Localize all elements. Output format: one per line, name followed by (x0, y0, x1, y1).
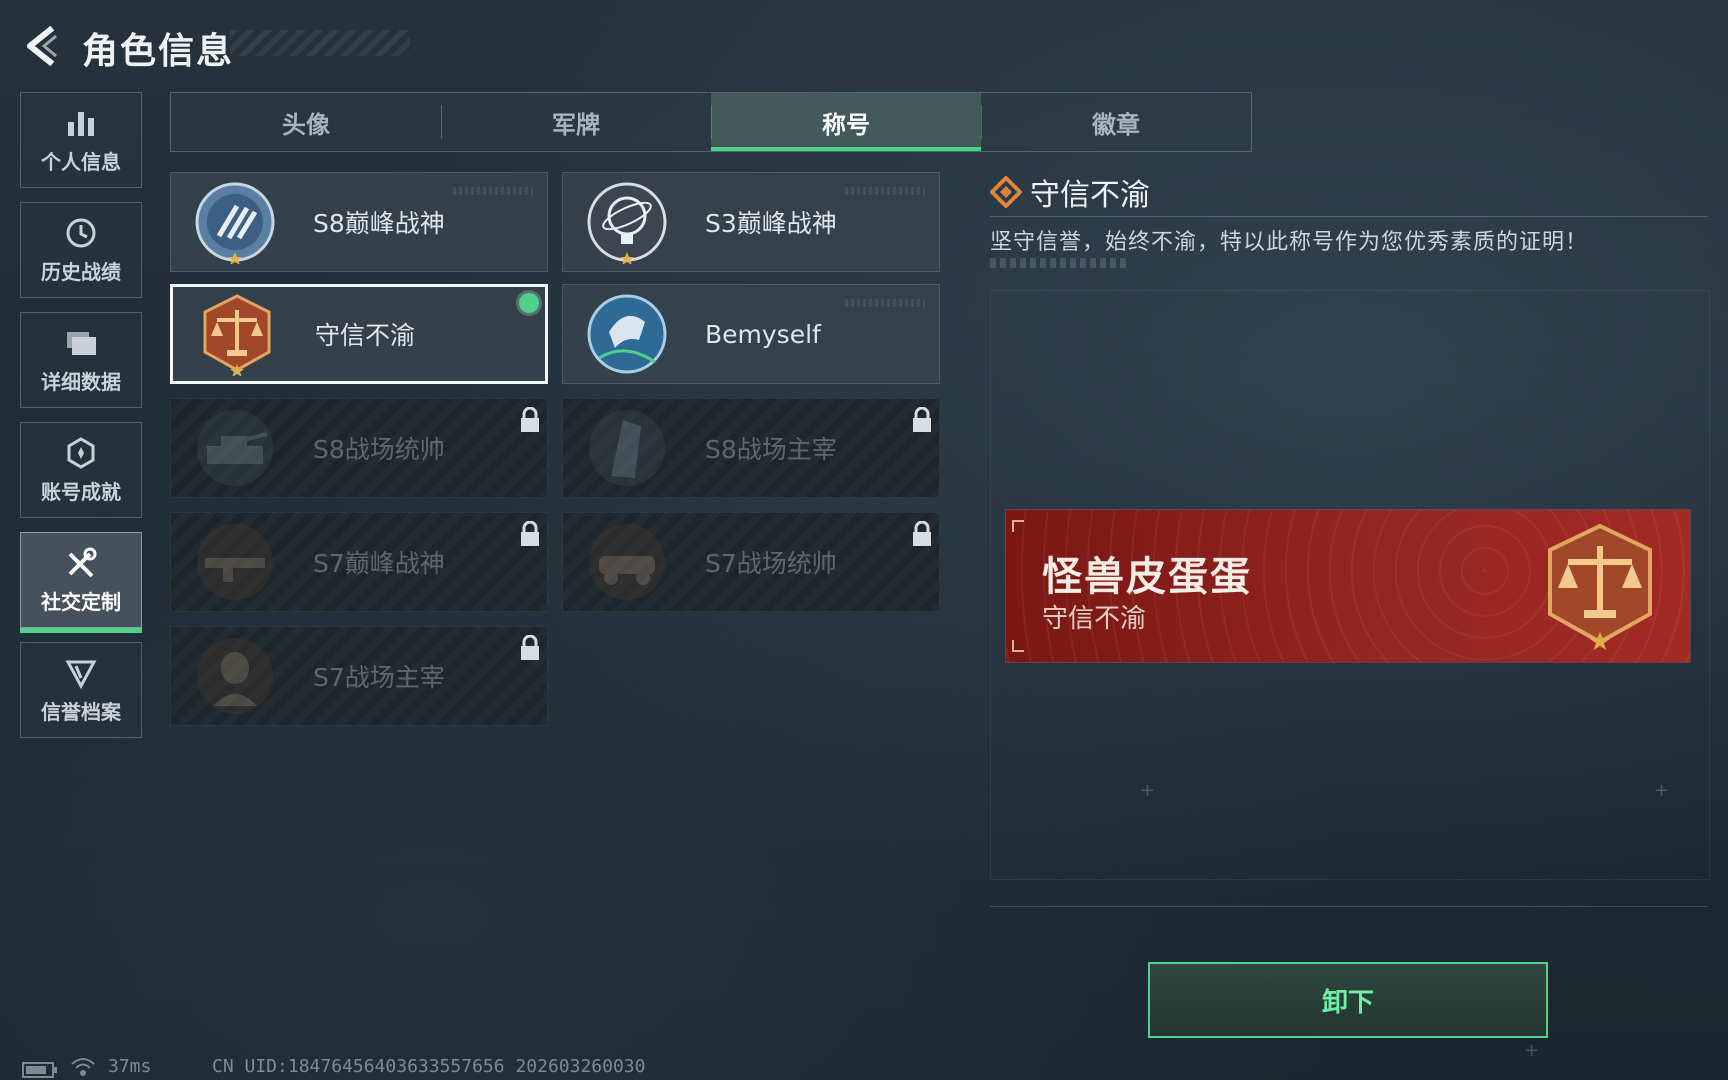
title-card-locked[interactable]: S7战场主宰 (170, 626, 548, 726)
banner-title: 守信不渝 (1042, 604, 1147, 634)
title-name: S8巅峰战神 (313, 209, 445, 238)
scales-emblem-icon (203, 294, 271, 376)
nav-item-label: 账号成就 (41, 479, 121, 504)
detail-title: 守信不渝 (1030, 178, 1150, 213)
wifi-icon (71, 1058, 95, 1076)
title-card-locked[interactable]: S8战场统帅 (170, 398, 548, 498)
title-name: S8战场主宰 (705, 435, 837, 464)
nav-item-achievements[interactable]: 账号成就 (20, 422, 142, 518)
title-preview-banner: 怪兽皮蛋蛋 守信不渝 (1006, 510, 1690, 662)
title-name: S7战场统帅 (705, 549, 837, 578)
title-name: S7巅峰战神 (313, 549, 445, 578)
tower-emblem-icon (589, 410, 665, 486)
title-name: S7战场主宰 (313, 663, 445, 692)
diamond-icon (990, 176, 1022, 208)
crosshair-decoration: + (1524, 1040, 1540, 1061)
card-decoration (845, 299, 925, 307)
unequip-button[interactable]: 卸下 (1148, 962, 1548, 1038)
detail-subtext-decoration (990, 258, 1126, 268)
lock-icon (913, 521, 931, 546)
tab-dogtag[interactable]: 军牌 (441, 93, 711, 151)
back-arrow-icon[interactable] (20, 26, 60, 66)
lock-icon (521, 521, 539, 546)
rifle-emblem-icon (197, 524, 273, 600)
lock-icon (521, 407, 539, 432)
title-card-locked[interactable]: S8战场主宰 (562, 398, 940, 498)
player-name: 怪兽皮蛋蛋 (1042, 554, 1252, 600)
title-card[interactable]: S8巅峰战神 (170, 172, 548, 272)
folder-icon (67, 331, 96, 355)
banner-corner (1012, 640, 1024, 652)
title-card[interactable]: S3巅峰战神 (562, 172, 940, 272)
title-card[interactable]: Bemyself (562, 284, 940, 384)
card-decoration (845, 187, 925, 195)
nav-item-social-custom[interactable]: 社交定制 (20, 532, 142, 633)
crosshair-decoration: + (1654, 780, 1670, 801)
category-tabs: 头像 军牌 称号 徽章 (170, 92, 1252, 152)
lock-icon (521, 635, 539, 660)
title-name: S8战场统帅 (313, 435, 445, 464)
vehicle-emblem-icon (589, 524, 665, 600)
crosshair-decoration: + (1140, 780, 1156, 801)
title-decoration (230, 30, 410, 56)
blue-stripes-emblem-icon (195, 182, 275, 264)
page-title: 角色信息 (82, 31, 235, 72)
title-card-locked[interactable]: S7战场统帅 (562, 512, 940, 612)
nav-item-personal-info[interactable]: 个人信息 (20, 92, 142, 188)
tab-title[interactable]: 称号 (711, 93, 981, 151)
divider (990, 216, 1708, 217)
nav-item-detailed-data[interactable]: 详细数据 (20, 312, 142, 408)
globe-emblem-icon (587, 182, 667, 264)
nav-item-label: 社交定制 (41, 589, 121, 614)
history-icon (66, 218, 96, 247)
equipped-indicator (519, 293, 539, 313)
nav-item-history[interactable]: 历史战绩 (20, 202, 142, 298)
title-card-locked[interactable]: S7巅峰战神 (170, 512, 548, 612)
tab-avatar[interactable]: 头像 (171, 93, 441, 151)
nav-item-label: 详细数据 (41, 369, 121, 394)
detail-description: 坚守信誉，始终不渝，特以此称号作为您优秀素质的证明！ (990, 230, 1589, 255)
nav-item-label: 历史战绩 (41, 259, 121, 284)
bemyself-emblem-icon (587, 294, 667, 374)
divider (990, 906, 1708, 907)
banner-corner (1012, 520, 1024, 532)
bar-chart-icon (68, 111, 94, 136)
scales-emblem-icon (1548, 523, 1652, 650)
card-decoration (453, 187, 533, 195)
title-name: 守信不渝 (315, 321, 416, 350)
tank-emblem-icon (197, 410, 273, 486)
credit-icon (65, 660, 97, 689)
lock-icon (913, 407, 931, 432)
tools-icon (68, 547, 97, 577)
title-name: S3巅峰战神 (705, 209, 837, 238)
uid-text: CN UID:18476456403633557656 202603260030 (212, 1056, 646, 1077)
nav-item-credit-record[interactable]: 信誉档案 (20, 642, 142, 738)
soldier-emblem-icon (197, 638, 273, 714)
active-indicator (20, 628, 142, 633)
achievement-icon (67, 436, 95, 469)
tab-badge[interactable]: 徽章 (981, 93, 1251, 151)
ping-text: 37ms (108, 1056, 152, 1077)
title-name: Bemyself (705, 319, 821, 349)
nav-item-label: 信誉档案 (41, 699, 121, 724)
title-card-selected[interactable]: 守信不渝 (170, 284, 548, 384)
nav-item-label: 个人信息 (41, 149, 121, 174)
battery-icon (22, 1062, 57, 1078)
